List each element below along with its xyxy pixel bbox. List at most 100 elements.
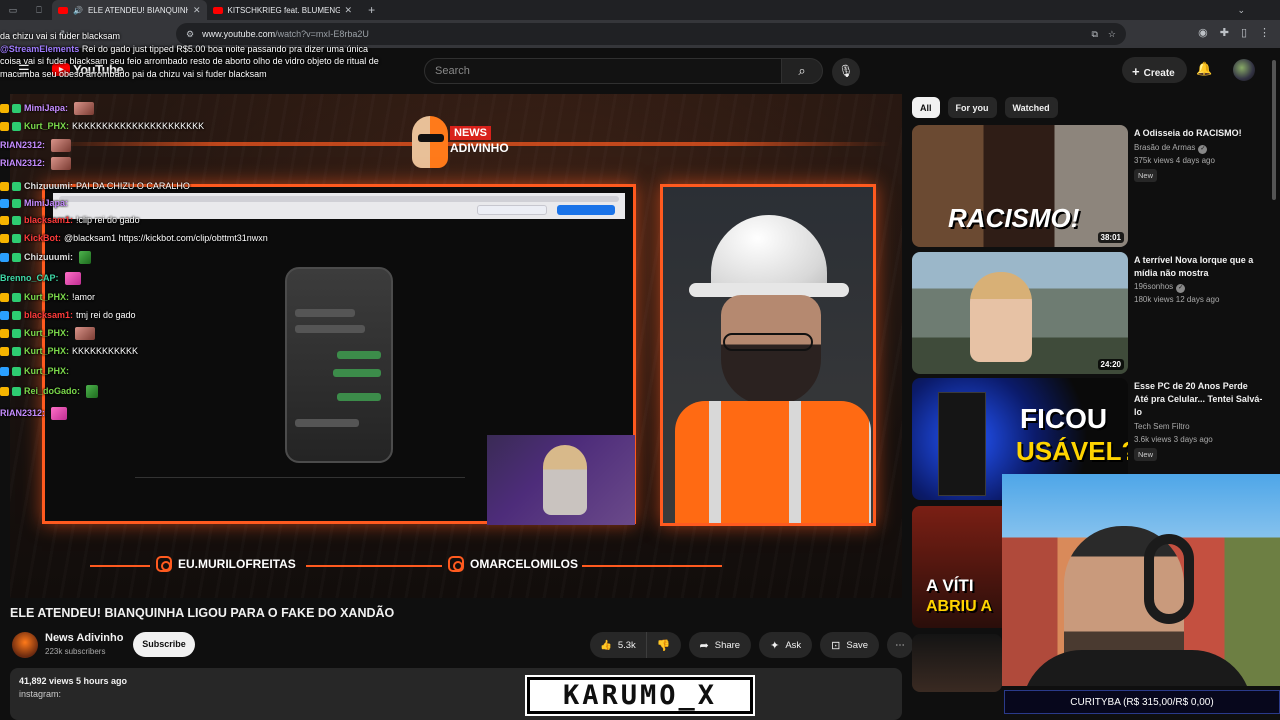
chat-badge-icon: [12, 252, 21, 262]
mascot-face-icon: [412, 116, 448, 168]
thumbnail-text: FICOU: [1020, 403, 1108, 434]
ig-divider: [306, 565, 442, 567]
chat-username[interactable]: MimiJapa:: [24, 103, 68, 113]
chat-bubble: [333, 369, 381, 377]
instagram-icon: [156, 556, 172, 572]
chat-username[interactable]: Kurt_PHX:: [24, 328, 69, 338]
headphones-icon: [1144, 534, 1194, 624]
description-snippet: instagram:: [19, 689, 62, 699]
chat-badge-icon: [0, 292, 9, 302]
chat-username[interactable]: KickBot:: [24, 233, 61, 243]
sidepanel-icon[interactable]: ▯: [1241, 26, 1247, 39]
rec-channel[interactable]: Brasão de Armas ✓: [1134, 143, 1208, 154]
tab-title: KITSCHKRIEG feat. BLUMENGA: [227, 5, 340, 15]
rec-title[interactable]: Esse PC de 20 Anos Perde Até pra Celular…: [1134, 380, 1264, 419]
chat-message: Rei_doGado:: [0, 384, 99, 398]
video-thumbnail[interactable]: 24:20: [912, 252, 1128, 374]
bookmark-icon: ⊡: [831, 639, 841, 652]
recommended-video[interactable]: RACISMO! 38:01 A Odisseia do RACISMO! Br…: [912, 125, 1272, 247]
close-tab-icon[interactable]: ✕: [193, 5, 201, 16]
close-tab-icon[interactable]: ✕: [345, 5, 353, 16]
tab-active[interactable]: 🔊 ELE ATENDEU! BIANQUINHA ✕: [52, 0, 207, 20]
video-thumbnail[interactable]: [912, 634, 1002, 692]
chip-watched[interactable]: Watched: [1004, 97, 1058, 118]
account-avatar[interactable]: [1233, 59, 1255, 81]
ask-button[interactable]: ✦ Ask: [759, 632, 813, 658]
extensions-icon[interactable]: ✚: [1220, 26, 1229, 39]
description-box[interactable]: 41,892 views 5 hours ago instagram:: [10, 668, 902, 720]
chat-username[interactable]: blacksam1:: [24, 310, 73, 320]
chat-username[interactable]: Kurt_PHX:: [24, 346, 69, 356]
chip-for-you[interactable]: For you: [947, 97, 997, 118]
rec-channel[interactable]: Tech Sem Filtro: [1134, 422, 1190, 431]
chat-message: Chizuuumi:: [0, 250, 91, 264]
streamer-shirt: [1022, 650, 1252, 686]
shared-edit-button: [477, 205, 547, 215]
tab-inactive[interactable]: KITSCHKRIEG feat. BLUMENGA ✕: [207, 0, 359, 20]
chat-message: Kurt_PHX: !amor: [0, 290, 95, 304]
mic-icon: 🎙: [838, 64, 854, 78]
voice-search-button[interactable]: 🎙: [832, 58, 860, 86]
rec-channel[interactable]: 196sonhos ✓: [1134, 282, 1186, 293]
chat-badge-icon: [12, 233, 21, 243]
new-tab-button[interactable]: +: [368, 3, 375, 17]
chat-username[interactable]: blacksam1:: [24, 215, 73, 225]
chat-emote-icon: [51, 138, 72, 152]
share-button[interactable]: ➦ Share: [688, 632, 752, 658]
more-actions-button[interactable]: ⋯: [887, 632, 914, 658]
video-player[interactable]: NEWS ADIVINHO EU.MURILOFREITAS OMARCELOM…: [10, 94, 902, 598]
recommended-video[interactable]: 24:20 A terrível Nova Iorque que a mídia…: [912, 252, 1272, 374]
dislike-button[interactable]: 👎: [647, 632, 681, 658]
chat-username[interactable]: Brenno_CAP:: [0, 273, 59, 283]
like-button[interactable]: 👍 5.3k: [590, 632, 647, 658]
chat-badge-icon: [12, 103, 21, 113]
create-button[interactable]: + Create: [1122, 57, 1187, 83]
chat-message: Kurt_PHX: KKKKKKKKKKKKKKKKKKKKKK: [0, 119, 204, 133]
chat-badge-icon: [12, 198, 21, 208]
thumbnail-text: A VÍTI: [926, 576, 974, 595]
speaker-icon[interactable]: 🔊: [73, 6, 83, 15]
chat-text: !clip rei do gado: [76, 215, 140, 225]
chat-username[interactable]: RIAN2312:: [0, 158, 45, 168]
subscribe-button[interactable]: Subscribe: [133, 632, 195, 657]
search-button[interactable]: ⌕: [781, 58, 823, 84]
notifications-bell-icon[interactable]: 🔔: [1196, 61, 1212, 77]
rec-title[interactable]: A Odisseia do RACISMO!: [1134, 127, 1264, 140]
chip-all[interactable]: All: [912, 97, 940, 118]
chat-username[interactable]: RIAN2312:: [0, 408, 45, 418]
sidebar-toggle-icon[interactable]: ▭: [0, 5, 26, 16]
channel-avatar[interactable]: [12, 632, 38, 658]
youtube-favicon-icon: [58, 6, 68, 14]
tab-groups-icon[interactable]: ⎕: [26, 5, 52, 16]
chat-username[interactable]: Rei_doGado:: [24, 386, 80, 396]
sparkle-icon: ✦: [770, 639, 780, 652]
chat-message: MimiJapa:: [0, 101, 95, 115]
shared-share-button: [557, 205, 615, 215]
chat-username[interactable]: Kurt_PHX:: [24, 121, 69, 131]
subscriber-count: 223k subscribers: [45, 647, 106, 656]
chat-message: Kurt_PHX:: [0, 326, 96, 340]
chat-username[interactable]: MimiJapa:: [24, 198, 68, 208]
tab-search-icon[interactable]: ⌄: [1237, 5, 1245, 16]
rec-title[interactable]: A terrível Nova Iorque que a mídia não m…: [1134, 254, 1264, 280]
video-thumbnail[interactable]: RACISMO! 38:01: [912, 125, 1128, 247]
chat-username[interactable]: Chizuuumi:: [24, 181, 73, 191]
chat-text: !amor: [72, 292, 96, 302]
chat-text: tmj rei do gado: [76, 310, 136, 320]
thumbnail-person: [970, 272, 1032, 362]
save-button[interactable]: ⊡ Save: [820, 632, 880, 658]
chat-username[interactable]: Chizuuumi:: [24, 252, 73, 262]
host-webcam-frame: [660, 184, 876, 526]
page-scrollbar[interactable]: [1272, 60, 1276, 200]
menu-icon[interactable]: ⋮: [1259, 26, 1270, 39]
save-label: Save: [846, 639, 869, 651]
bookmark-star-icon[interactable]: ☆: [1108, 29, 1116, 40]
chat-username[interactable]: Kurt_PHX:: [24, 292, 69, 302]
channel-name[interactable]: News Adivinho: [45, 632, 123, 644]
install-icon[interactable]: ⧉: [1091, 29, 1097, 40]
search-input[interactable]: Search: [424, 58, 782, 84]
chat-badge-icon: [12, 215, 21, 225]
chat-username[interactable]: RIAN2312:: [0, 140, 45, 150]
chat-username[interactable]: Kurt_PHX:: [24, 366, 69, 376]
profile-icon[interactable]: ◉: [1198, 26, 1208, 39]
